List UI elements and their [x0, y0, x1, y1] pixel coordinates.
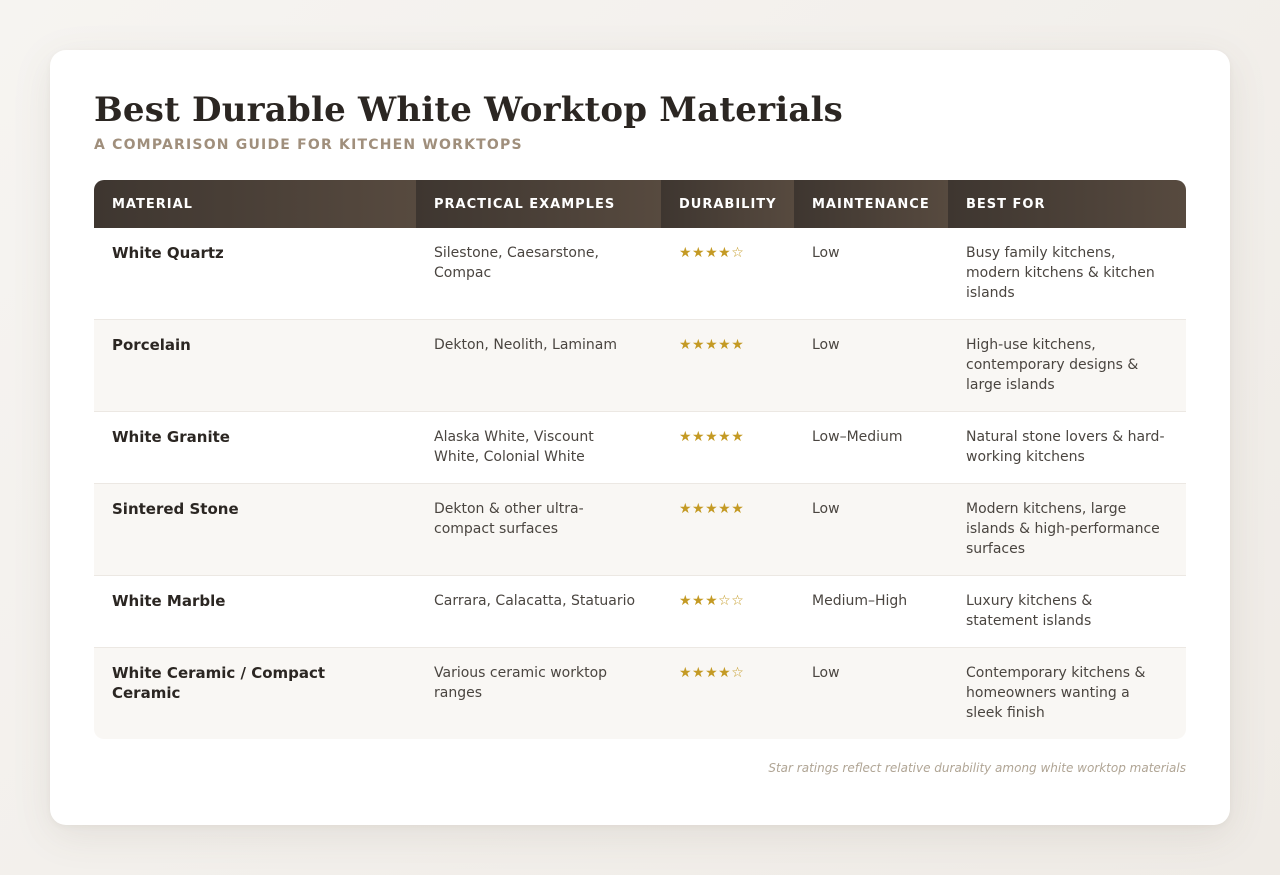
cell-durability-stars: ★★★★☆: [679, 245, 745, 261]
cell-examples: Silestone, Caesarstone, Compac: [434, 245, 599, 281]
cell-best-for: Contemporary kitchens & homeowners wanti…: [966, 665, 1146, 721]
cell-durability-stars: ★★★★★: [679, 501, 745, 517]
cell-maintenance: Low: [812, 245, 840, 261]
footnote: Star ratings reflect relative durability…: [768, 761, 1186, 775]
cell-best-for: Natural stone lovers & hard-working kitc…: [966, 429, 1165, 465]
column-header-best-for: BEST FOR: [948, 180, 1186, 228]
table-row: White Granite Alaska White, Viscount Whi…: [94, 412, 1186, 484]
table-row: White Marble Carrara, Calacatta, Statuar…: [94, 576, 1186, 648]
table-row: White Ceramic / Compact Ceramic Various …: [94, 647, 1186, 739]
cell-examples: Dekton, Neolith, Laminam: [434, 337, 618, 353]
cell-material: White Ceramic / Compact Ceramic: [112, 664, 326, 702]
cell-examples: Carrara, Calacatta, Statuario: [434, 593, 636, 609]
cell-maintenance: Low: [812, 665, 840, 681]
cell-maintenance: Medium–High: [812, 593, 908, 609]
comparison-table: MATERIAL PRACTICAL EXAMPLES DURABILITY M…: [94, 180, 1186, 739]
cell-best-for: Modern kitchens, large islands & high-pe…: [966, 501, 1160, 557]
comparison-table-wrapper: MATERIAL PRACTICAL EXAMPLES DURABILITY M…: [94, 180, 1186, 739]
cell-maintenance: Low–Medium: [812, 429, 903, 445]
cell-examples: Various ceramic worktop ranges: [434, 665, 608, 701]
cell-maintenance: Low: [812, 337, 840, 353]
cell-durability-stars: ★★★★☆: [679, 665, 745, 681]
page-title: Best Durable White Worktop Materials: [94, 90, 844, 130]
cell-material: White Marble: [112, 592, 226, 610]
cell-examples: Dekton & other ultra-compact surfaces: [434, 501, 584, 537]
page-subtitle: A COMPARISON GUIDE FOR KITCHEN WORKTOPS: [94, 137, 523, 153]
table-header-row: MATERIAL PRACTICAL EXAMPLES DURABILITY M…: [94, 180, 1186, 228]
comparison-card: Best Durable White Worktop Materials A C…: [50, 50, 1230, 825]
cell-durability-stars: ★★★★★: [679, 429, 745, 445]
cell-best-for: Busy family kitchens, modern kitchens & …: [966, 245, 1155, 301]
cell-durability-stars: ★★★☆☆: [679, 593, 745, 609]
column-header-examples: PRACTICAL EXAMPLES: [416, 180, 661, 228]
cell-examples: Alaska White, Viscount White, Colonial W…: [434, 429, 594, 465]
cell-material: White Granite: [112, 428, 230, 446]
cell-material: White Quartz: [112, 244, 224, 262]
column-header-material: MATERIAL: [94, 180, 416, 228]
cell-best-for: Luxury kitchens & statement islands: [966, 593, 1093, 629]
column-header-maintenance: MAINTENANCE: [794, 180, 948, 228]
table-row: Sintered Stone Dekton & other ultra-comp…: [94, 483, 1186, 576]
column-header-durability: DURABILITY: [661, 180, 794, 228]
cell-best-for: High-use kitchens, contemporary designs …: [966, 337, 1139, 393]
table-row: Porcelain Dekton, Neolith, Laminam ★★★★★…: [94, 319, 1186, 412]
table-row: White Quartz Silestone, Caesarstone, Com…: [94, 228, 1186, 320]
cell-maintenance: Low: [812, 501, 840, 517]
cell-material: Porcelain: [112, 336, 191, 354]
cell-material: Sintered Stone: [112, 500, 239, 518]
cell-durability-stars: ★★★★★: [679, 337, 745, 353]
